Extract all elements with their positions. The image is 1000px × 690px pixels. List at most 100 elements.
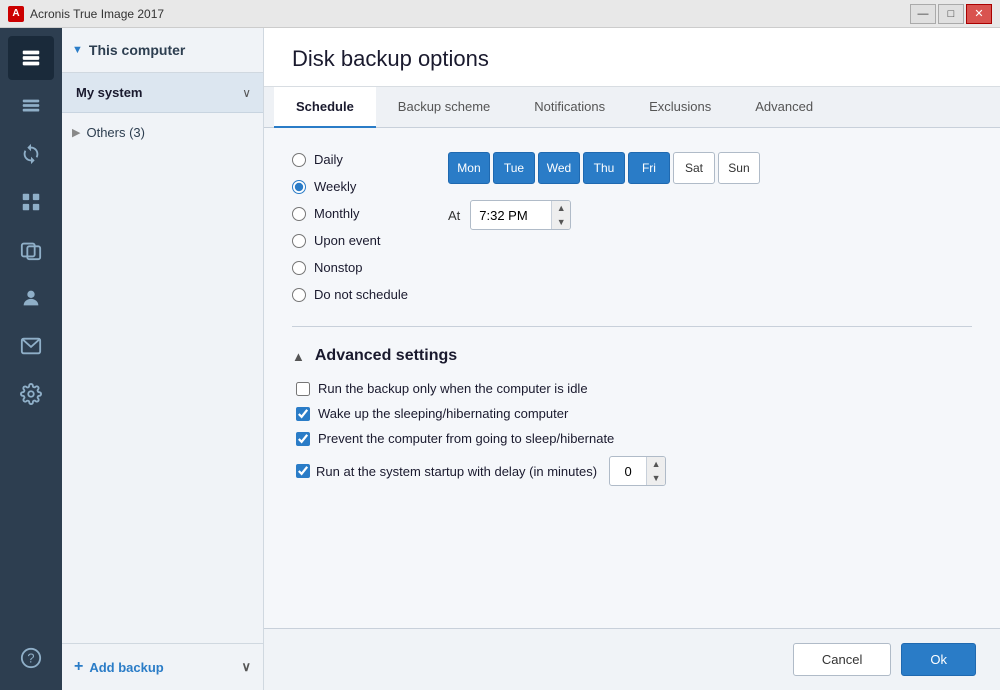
day-thu[interactable]: Thu [583,152,625,184]
sidebar-this-computer[interactable]: ▼ This computer [62,28,263,73]
day-tue[interactable]: Tue [493,152,535,184]
delay-spinners: ▲ ▼ [646,457,665,485]
advanced-toggle-icon[interactable]: ▲ [292,349,305,364]
layers-icon[interactable] [8,84,54,128]
titlebar: A Acronis True Image 2017 — □ ✕ [0,0,1000,28]
window-controls: — □ ✕ [910,4,992,24]
radio-nonstop[interactable]: Nonstop [292,260,408,275]
tab-backup-scheme[interactable]: Backup scheme [376,87,513,128]
radio-weekly-input[interactable] [292,180,306,194]
day-sun[interactable]: Sun [718,152,760,184]
settings-icon[interactable] [8,372,54,416]
radio-weekly[interactable]: Weekly [292,179,408,194]
sidebar-rail: ? [0,28,62,690]
advanced-settings-title: Advanced settings [315,347,457,365]
checkbox-wake-up-input[interactable] [296,407,310,421]
at-label: At [448,208,460,223]
checkbox-startup-delay-input[interactable] [296,464,310,478]
sidebar-this-computer-label: This computer [89,42,185,58]
radio-nonstop-label: Nonstop [314,260,362,275]
day-mon[interactable]: Mon [448,152,490,184]
app-icon: A [8,6,24,22]
restore-button[interactable]: □ [938,4,964,24]
time-up-button[interactable]: ▲ [552,201,570,215]
checkbox-wake-up[interactable]: Wake up the sleeping/hibernating compute… [296,406,972,421]
frequency-radio-list: Daily Weekly Monthly Upon event [292,152,408,302]
account-icon[interactable] [8,276,54,320]
checkbox-prevent-sleep-label: Prevent the computer from going to sleep… [318,431,614,446]
close-button[interactable]: ✕ [966,4,992,24]
radio-no-schedule-label: Do not schedule [314,287,408,302]
others-label: Others (3) [86,125,145,140]
add-backup-label: Add backup [89,660,163,675]
plus-icon: + [74,658,83,676]
time-input-wrap: ▲ ▼ [470,200,571,230]
sidebar-others[interactable]: ▶ Others (3) [62,113,263,152]
content-area: Disk backup options Schedule Backup sche… [264,28,1000,690]
radio-upon-event-input[interactable] [292,234,306,248]
radio-daily[interactable]: Daily [292,152,408,167]
sync-icon[interactable] [8,132,54,176]
advanced-checkbox-list: Run the backup only when the computer is… [292,381,972,486]
ok-button[interactable]: Ok [901,643,976,676]
tab-exclusions[interactable]: Exclusions [627,87,733,128]
backup-icon[interactable] [8,36,54,80]
apps-icon[interactable] [8,180,54,224]
app-title: Acronis True Image 2017 [30,7,910,21]
page-title: Disk backup options [292,46,972,72]
radio-monthly-label: Monthly [314,206,360,221]
delay-input[interactable] [610,460,646,483]
add-chevron-icon: ∨ [241,659,251,675]
sidebar-my-system[interactable]: My system ∨ [62,73,263,113]
radio-weekly-label: Weekly [314,179,356,194]
day-wed[interactable]: Wed [538,152,580,184]
schedule-content: Daily Weekly Monthly Upon event [264,128,1000,628]
cancel-button[interactable]: Cancel [793,643,891,676]
add-backup-button[interactable]: + Add backup ∨ [62,643,263,690]
chevron-down-icon: ∨ [242,86,251,100]
radio-upon-event[interactable]: Upon event [292,233,408,248]
radio-no-schedule[interactable]: Do not schedule [292,287,408,302]
time-spinners: ▲ ▼ [551,201,570,229]
delay-up-button[interactable]: ▲ [647,457,665,471]
tab-advanced[interactable]: Advanced [733,87,835,128]
radio-daily-input[interactable] [292,153,306,167]
radio-upon-event-label: Upon event [314,233,381,248]
checkbox-prevent-sleep[interactable]: Prevent the computer from going to sleep… [296,431,972,446]
my-system-label: My system [76,85,142,100]
advanced-settings-header: ▲ Advanced settings [292,347,972,365]
delay-down-button[interactable]: ▼ [647,471,665,485]
others-arrow-icon: ▶ [72,126,80,139]
minimize-button[interactable]: — [910,4,936,24]
day-sat[interactable]: Sat [673,152,715,184]
days-row: Mon Tue Wed Thu Fri Sat Sun [448,152,760,184]
checkbox-wake-up-label: Wake up the sleeping/hibernating compute… [318,406,568,421]
time-down-button[interactable]: ▼ [552,215,570,229]
radio-monthly-input[interactable] [292,207,306,221]
clone-icon[interactable] [8,228,54,272]
checkbox-idle-only-input[interactable] [296,382,310,396]
days-section: Mon Tue Wed Thu Fri Sat Sun At ▲ [448,152,760,302]
content-header: Disk backup options [264,28,1000,87]
checkbox-idle-only-label: Run the backup only when the computer is… [318,381,588,396]
main-layout: ? ▼ This computer My system ∨ ▶ Others (… [0,28,1000,690]
radio-nonstop-input[interactable] [292,261,306,275]
sidebar-panel: ▼ This computer My system ∨ ▶ Others (3)… [62,28,264,690]
time-input[interactable] [471,203,551,228]
checkbox-prevent-sleep-input[interactable] [296,432,310,446]
checkbox-startup-delay: Run at the system startup with delay (in… [296,456,972,486]
tab-notifications[interactable]: Notifications [512,87,627,128]
help-icon[interactable]: ? [8,636,54,680]
dialog-footer: Cancel Ok [264,628,1000,690]
tab-schedule[interactable]: Schedule [274,87,376,128]
tabs-bar: Schedule Backup scheme Notifications Exc… [264,87,1000,128]
schedule-options: Daily Weekly Monthly Upon event [292,152,972,302]
checkbox-idle-only[interactable]: Run the backup only when the computer is… [296,381,972,396]
radio-no-schedule-input[interactable] [292,288,306,302]
mail-icon[interactable] [8,324,54,368]
delay-input-wrap: ▲ ▼ [609,456,666,486]
sidebar-arrow: ▼ [72,44,83,56]
section-divider [292,326,972,327]
day-fri[interactable]: Fri [628,152,670,184]
radio-monthly[interactable]: Monthly [292,206,408,221]
